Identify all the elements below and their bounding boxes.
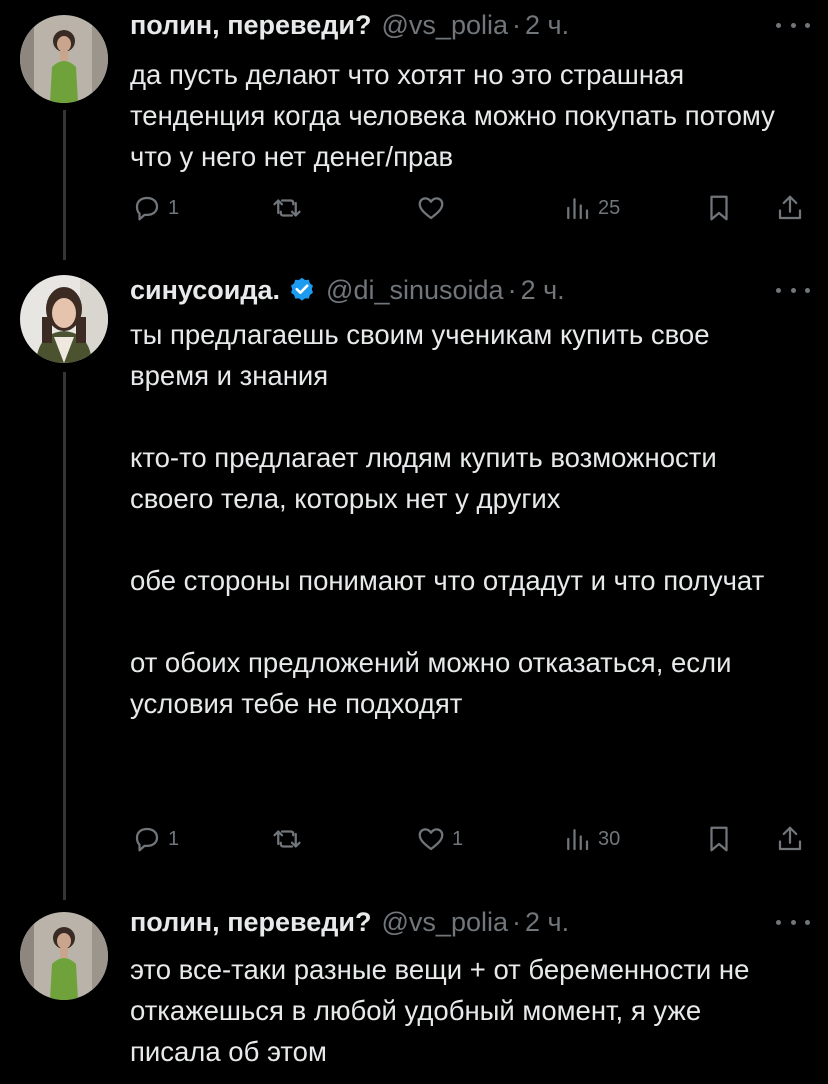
bookmark-button[interactable] — [704, 188, 734, 228]
reply-button[interactable]: 1 — [132, 188, 179, 228]
views-icon — [567, 198, 589, 220]
share-icon — [778, 826, 802, 851]
timestamp[interactable]: 2 ч. — [525, 10, 569, 41]
share-button[interactable] — [775, 188, 805, 228]
bookmark-icon — [710, 195, 728, 221]
tweet-text: это все-таки разные вещи + от беременнос… — [130, 949, 750, 1072]
tweet-paragraph: кто-то предлагает людям купить возможнос… — [130, 442, 717, 514]
reply-button[interactable]: 1 — [132, 819, 179, 859]
heart-icon — [418, 828, 444, 851]
views-button[interactable]: 25 — [562, 188, 620, 228]
tweet-header: синусоида. @di_sinusoida · 2 ч. — [130, 273, 565, 307]
retweet-button[interactable] — [272, 188, 302, 228]
avatar-image — [20, 15, 108, 103]
views-count: 25 — [598, 196, 621, 219]
avatar[interactable] — [20, 15, 108, 103]
heart-icon — [418, 197, 444, 220]
user-handle[interactable]: @vs_polia — [382, 907, 508, 938]
bookmark-button[interactable] — [704, 819, 734, 859]
timestamp[interactable]: 2 ч. — [525, 907, 569, 938]
display-name[interactable]: синусоида. — [130, 275, 280, 306]
retweet-button[interactable] — [272, 819, 302, 859]
retweet-icon — [273, 830, 301, 848]
separator: · — [507, 274, 517, 305]
timestamp[interactable]: 2 ч. — [521, 275, 565, 306]
display-name[interactable]: полин, переведи? — [130, 10, 372, 41]
more-icon[interactable] — [776, 912, 810, 932]
avatar[interactable] — [20, 912, 108, 1000]
tweet-paragraph: да пусть делают что хотят но это страшна… — [130, 59, 775, 172]
tweet-header: полин, переведи? @vs_polia · 2 ч. — [130, 905, 569, 939]
share-button[interactable] — [775, 819, 805, 859]
more-icon[interactable] — [776, 15, 810, 35]
bookmark-icon — [710, 826, 728, 852]
views-button[interactable]: 30 — [562, 819, 620, 859]
verified-badge-icon[interactable] — [288, 276, 316, 304]
tweet-paragraph: ты предлагаешь своим ученикам купить сво… — [130, 319, 710, 391]
reply-count: 1 — [168, 196, 180, 219]
display-name[interactable]: полин, переведи? — [130, 907, 372, 938]
retweet-icon — [273, 199, 301, 217]
share-icon — [778, 195, 802, 220]
tweet[interactable]: полин, переведи? @vs_polia · 2 ч. это вс… — [0, 900, 828, 1084]
more-icon[interactable] — [776, 280, 810, 300]
reply-icon — [135, 196, 159, 221]
tweet[interactable]: синусоида. @di_sinusoida · 2 ч. ты предл… — [0, 260, 828, 900]
reply-count: 1 — [168, 827, 180, 850]
user-handle[interactable]: @di_sinusoida — [326, 275, 504, 306]
separator: · — [512, 906, 521, 937]
reply-icon — [135, 827, 159, 852]
tweet[interactable]: полин, переведи? @vs_polia · 2 ч. да пус… — [0, 0, 828, 260]
like-button[interactable]: 1 — [416, 819, 463, 859]
action-bar: 1 25 — [0, 188, 828, 228]
tweet-text: да пусть делают что хотят но это страшна… — [130, 54, 800, 177]
views-count: 30 — [598, 827, 621, 850]
tweet-paragraph: обе стороны понимают что отдадут и что п… — [130, 565, 765, 596]
avatar-image — [20, 912, 108, 1000]
avatar-image — [20, 275, 108, 363]
like-button[interactable] — [416, 188, 446, 228]
like-count: 1 — [452, 827, 464, 850]
action-bar: 1 1 30 — [0, 819, 828, 859]
avatar[interactable] — [20, 275, 108, 363]
views-icon — [567, 829, 589, 851]
tweet-header: полин, переведи? @vs_polia · 2 ч. — [130, 8, 569, 42]
tweet-text: ты предлагаешь своим ученикам купить сво… — [130, 314, 800, 724]
tweet-paragraph: это все-таки разные вещи + от беременнос… — [130, 954, 750, 1067]
tweet-paragraph: от обоих предложений можно отказаться, е… — [130, 647, 732, 719]
separator: · — [512, 9, 521, 40]
user-handle[interactable]: @vs_polia — [382, 10, 508, 41]
